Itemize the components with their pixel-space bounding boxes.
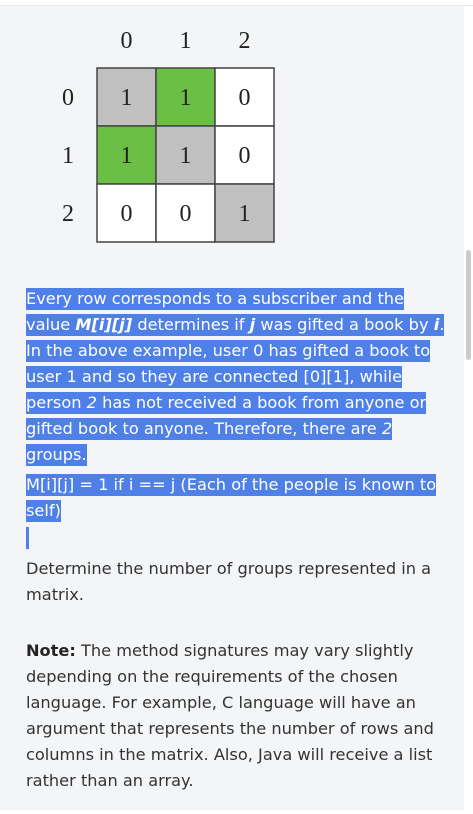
adjacency-matrix-figure: 0 1 2 0 1 2 1 1 0 1 1 0 0 0 1 xyxy=(62,28,275,243)
description-paragraph: Every row corresponds to a subscriber an… xyxy=(26,286,446,468)
matrix-cell-value-0-0: 1 xyxy=(121,85,133,111)
scrollbar-thumb[interactable] xyxy=(466,250,471,360)
scrollbar-track[interactable] xyxy=(464,6,473,814)
matrix-cell-value-1-2: 0 xyxy=(239,143,251,169)
column-header-1: 1 xyxy=(180,28,192,54)
task-paragraph: Determine the number of groups represent… xyxy=(26,559,432,604)
row-header-1: 1 xyxy=(62,143,74,169)
column-header-2: 2 xyxy=(239,28,251,54)
text-run: was gifted a book by xyxy=(255,315,434,334)
matrix-cell-value-1-0: 1 xyxy=(121,143,133,169)
person-number: 2 xyxy=(86,393,97,412)
self-known-paragraph: M[i][j] = 1 if i == j (Each of the peopl… xyxy=(26,472,446,524)
matrix-cell-value-2-1: 0 xyxy=(180,201,192,227)
matrix-cell-value-2-0: 0 xyxy=(121,201,133,227)
matrix-cell-value-1-1: 1 xyxy=(180,143,192,169)
column-header-0: 0 xyxy=(121,28,133,54)
row-header-2: 2 xyxy=(62,201,74,227)
matrix-cell-value-0-2: 0 xyxy=(239,85,251,111)
matrix-notation: M[i][j] xyxy=(75,315,133,334)
bottom-divider xyxy=(0,810,473,814)
note-paragraph: Note: The method signatures may vary sli… xyxy=(26,638,446,794)
selected-text[interactable]: M[i][j] = 1 if i == j (Each of the peopl… xyxy=(26,474,437,522)
row-header-0: 0 xyxy=(62,85,74,111)
matrix-cell-value-2-2: 1 xyxy=(239,201,251,227)
note-label: Note: xyxy=(26,641,76,660)
text-cursor xyxy=(26,527,29,549)
text-run: groups. xyxy=(26,445,87,464)
group-count: 2 xyxy=(381,419,393,438)
text-run: determines if xyxy=(132,315,250,334)
note-text: The method signatures may vary slightly … xyxy=(26,641,434,790)
matrix-cell-value-0-1: 1 xyxy=(180,85,192,111)
selected-text[interactable]: Every row corresponds to a subscriber an… xyxy=(26,288,445,466)
top-divider xyxy=(0,0,473,6)
